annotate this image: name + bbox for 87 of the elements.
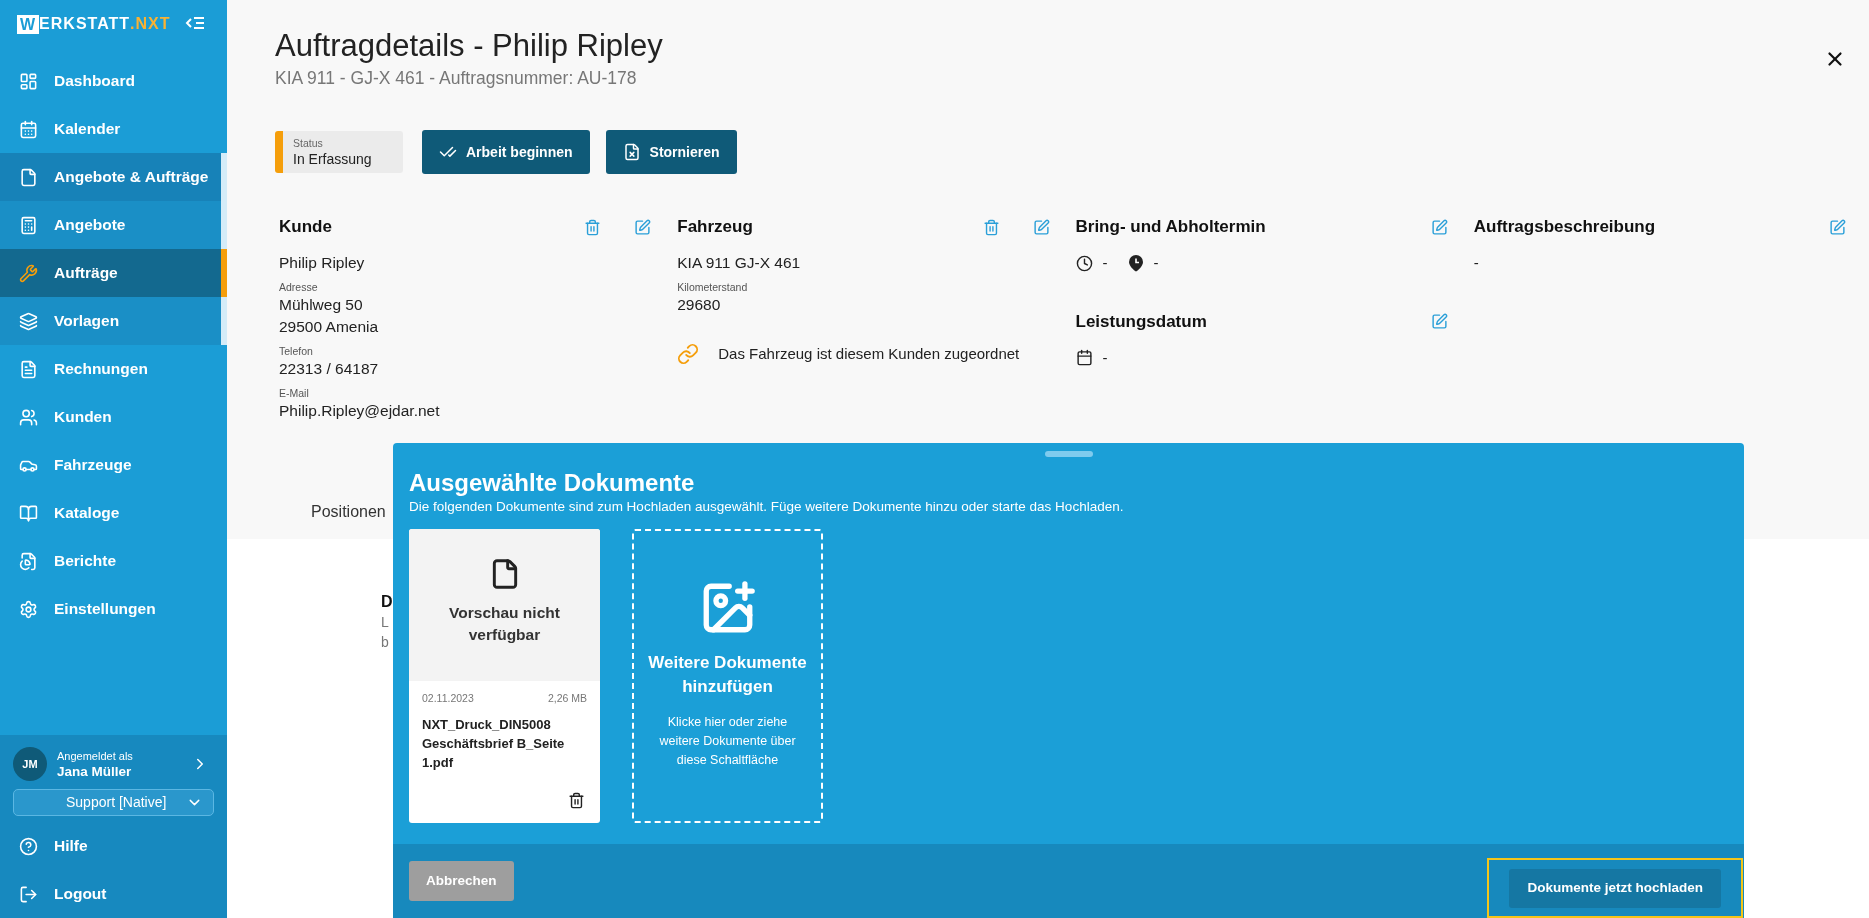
users-icon — [19, 407, 38, 427]
sidebar-item[interactable]: Fahrzeuge — [0, 441, 227, 489]
page-subtitle: KIA 911 - GJ-X 461 - Auftragsnummer: AU-178 — [275, 67, 638, 90]
chart-document-icon — [19, 551, 38, 571]
settings-icon — [19, 599, 38, 619]
calculator-icon — [19, 215, 38, 235]
sidebar-item[interactable]: Angebote — [0, 201, 227, 249]
collapse-sidebar-icon[interactable] — [185, 16, 205, 32]
bring-time: - — [1102, 253, 1108, 273]
brand-logo: W ERKSTATT.NXT — [17, 12, 171, 36]
dialog-title: Ausgewählte Dokumente — [409, 468, 696, 498]
description-text: - — [1473, 253, 1480, 273]
document-card[interactable]: Vorschau nicht verfügbar 02.11.2023 2,26 MB NXT_Druck_DIN5008 Geschäftsbrief B_Seite 1.pdf — [409, 529, 600, 823]
sidebar-item[interactable]: Hilfe — [0, 822, 227, 870]
clock-pin-icon — [1127, 254, 1144, 273]
edit-icon[interactable] — [1430, 313, 1448, 330]
field-value: Philip Ripley — [279, 253, 366, 273]
upload-button[interactable]: Dokumente jetzt hochladen — [1509, 868, 1721, 908]
dialog-description: Die folgenden Dokumente sind zum Hochladen ausgewählt. Füge weitere Dokumente hinzu oder starte das Hochladen. — [409, 498, 1125, 516]
section-title: Auftragsbeschreibung — [1473, 216, 1657, 239]
link-icon — [677, 343, 700, 366]
status-badge: Status In Erfassung — [275, 131, 403, 173]
sidebar-item[interactable]: Berichte — [0, 537, 227, 585]
hidden-text-fragment: b — [381, 633, 389, 652]
field-value: Philip.Ripley@ejdar.net — [279, 401, 441, 421]
add-documents-dropzone[interactable]: Weitere Dokumente hinzufügen Klicke hier oder ziehe weitere Dokumente über diese Schaltfläche — [632, 529, 823, 823]
link-note: Das Fahrzeug ist diesem Kunden zugeordnet — [718, 344, 1020, 364]
clock-icon — [1075, 254, 1093, 272]
wrench-icon — [19, 263, 38, 283]
field-label: Telefon — [279, 344, 314, 358]
sidebar-item[interactable]: Kataloge — [0, 489, 227, 537]
section-title: Bring- und Abholtermin — [1075, 216, 1267, 239]
dashboard-icon — [19, 71, 38, 91]
action-button[interactable]: Arbeit beginnen — [422, 130, 590, 174]
section-title: Leistungsdatum — [1075, 310, 1208, 333]
document-date: 02.11.2023 — [422, 691, 474, 706]
sidebar-item[interactable]: Vorlagen — [0, 297, 227, 345]
document-icon — [19, 167, 38, 187]
sidebar-item[interactable]: Aufträge — [0, 249, 227, 297]
section-title: Fahrzeug — [677, 216, 754, 239]
drag-handle[interactable] — [1044, 451, 1093, 457]
delete-icon[interactable] — [568, 792, 585, 809]
page-title: Auftragdetails - Philip Ripley — [275, 27, 664, 65]
hidden-text-fragment: D — [381, 592, 393, 612]
book-icon — [19, 503, 38, 523]
sidebar-item[interactable]: Einstellungen — [0, 585, 227, 633]
service-date: - — [1102, 347, 1108, 368]
edit-icon[interactable] — [1032, 218, 1050, 236]
dropzone-title: Weitere Dokumente hinzufügen — [647, 652, 808, 698]
sidebar-item[interactable]: Kunden — [0, 393, 227, 441]
field-label: E-Mail — [279, 386, 310, 400]
action-button[interactable]: Stornieren — [605, 130, 737, 174]
user-caption: Angemeldet als — [57, 748, 134, 763]
sidebar-item[interactable]: Logout — [0, 870, 227, 918]
document-filename: NXT_Druck_DIN5008 Geschäftsbrief B_Seite 1.pdf — [422, 715, 566, 772]
pickup-time: - — [1153, 253, 1159, 273]
cancel-button[interactable]: Abbrechen — [409, 861, 514, 901]
document-size: 2,26 MB — [547, 691, 587, 706]
sidebar-item[interactable]: Angebote & Aufträge — [0, 153, 227, 201]
field-label: Kilometerstand — [677, 280, 749, 294]
document-x-icon — [622, 143, 641, 161]
role-select[interactable]: Support [Native] — [13, 789, 214, 816]
edit-icon[interactable] — [1829, 218, 1846, 236]
field-value: 22313 / 64187 — [279, 359, 380, 379]
hidden-text-fragment: L — [381, 613, 389, 632]
calendar-icon — [1075, 349, 1093, 367]
sidebar-item[interactable]: Rechnungen — [0, 345, 227, 393]
layers-icon — [19, 311, 38, 331]
calendar-icon — [19, 119, 38, 139]
sidebar-item[interactable]: Dashboard — [0, 57, 227, 105]
user-avatar: JM — [13, 747, 47, 781]
preview-unavailable: Vorschau nicht verfügbar — [448, 603, 561, 645]
edit-icon[interactable] — [634, 218, 652, 236]
help-icon — [19, 836, 38, 856]
sidebar-item[interactable]: Kalender — [0, 105, 227, 153]
document-list-icon — [19, 359, 38, 379]
field-value: KIA 911 GJ-X 461 — [677, 253, 802, 273]
section-title: Kunde — [279, 216, 333, 239]
field-value: 29680 — [677, 295, 722, 315]
field-value: Mühlweg 50 — [279, 295, 364, 315]
user-name: Jana Müller — [57, 762, 133, 780]
dropzone-hint: Klicke hier oder ziehe weitere Dokumente über diese Schaltfläche — [658, 714, 797, 769]
field-value: 29500 Amenia — [279, 317, 380, 337]
logout-icon — [19, 884, 38, 904]
positions-tab[interactable]: Positionen — [311, 503, 386, 520]
field-label: Adresse — [279, 280, 319, 294]
edit-icon[interactable] — [1430, 218, 1448, 236]
